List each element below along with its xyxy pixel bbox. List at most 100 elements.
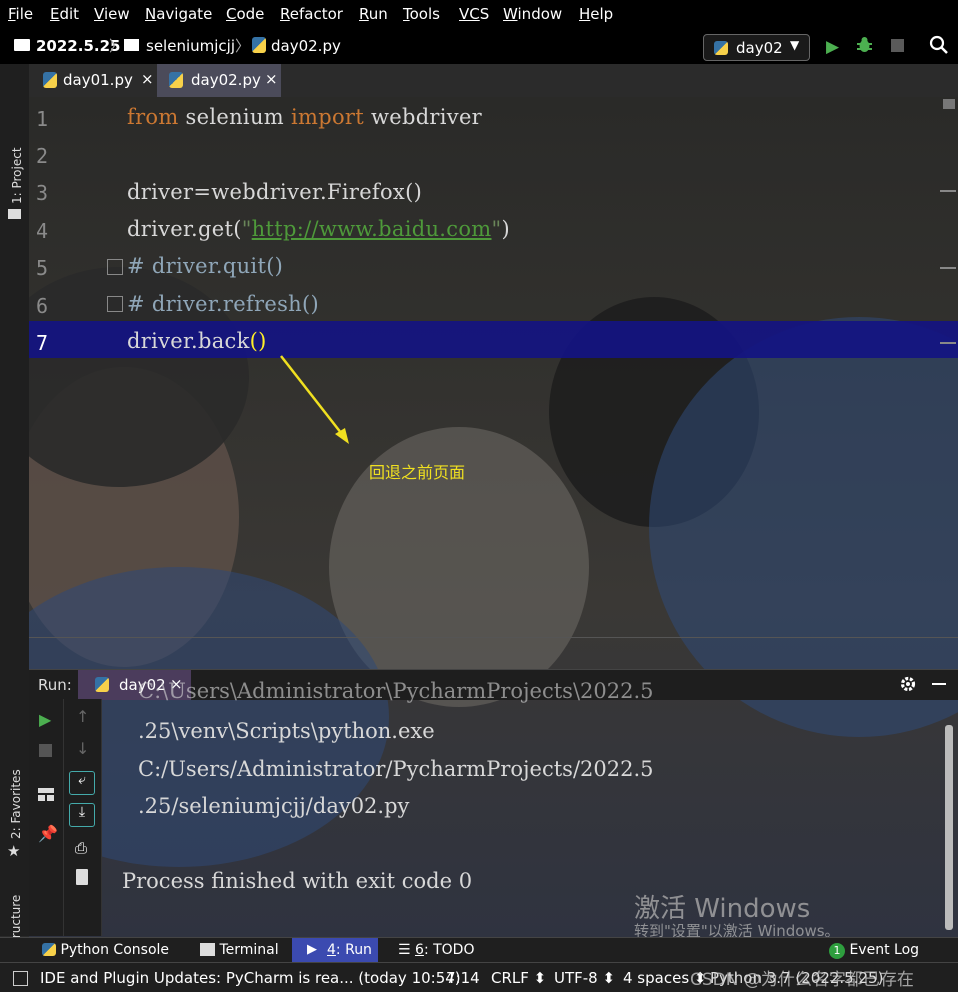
minimize-icon[interactable] <box>932 683 946 685</box>
python-icon <box>95 677 109 692</box>
up-arrow-icon[interactable]: ↑ <box>76 707 89 726</box>
print-icon[interactable]: ⎙ <box>75 839 87 857</box>
terminal-button[interactable]: Terminal <box>200 942 279 958</box>
scroll-marker <box>940 342 956 344</box>
run-label: Run: <box>38 676 72 694</box>
inspection-status-icon[interactable] <box>943 99 955 109</box>
line-number: 3 <box>36 181 49 205</box>
status-message[interactable]: IDE and Plugin Updates: PyCharm is rea..… <box>40 969 461 987</box>
tab-label: day01.py <box>63 71 133 89</box>
code-line-1[interactable]: from selenium import webdriver <box>127 105 482 129</box>
editor-tab-bar: day01.py × day02.py × <box>29 64 958 100</box>
folder-icon <box>14 39 30 51</box>
menu-navigate[interactable]: Navigate <box>145 5 212 23</box>
menu-code[interactable]: Code <box>226 5 264 23</box>
tab-day02[interactable]: day02.py × <box>157 64 281 100</box>
output-line: Process finished with exit code 0 <box>122 869 473 893</box>
soft-wrap-icon[interactable]: ⤶ <box>69 771 95 795</box>
line-separator[interactable]: CRLF ⬍ <box>491 969 546 987</box>
python-file-icon <box>169 72 183 88</box>
tab-day01[interactable]: day01.py × <box>35 64 157 97</box>
code-line-7[interactable]: driver.back() <box>127 329 267 353</box>
gear-icon[interactable] <box>899 675 917 693</box>
line-number: 6 <box>36 294 49 318</box>
layout-icon[interactable] <box>38 786 54 801</box>
menu-bar: File Edit View Navigate Code Refactor Ru… <box>0 0 958 30</box>
list-icon: ☰ <box>398 942 411 958</box>
menu-file[interactable]: File <box>8 5 33 23</box>
code-line-6[interactable]: # driver.refresh() <box>127 292 319 316</box>
menu-help[interactable]: Help <box>579 5 613 23</box>
python-icon <box>714 41 728 55</box>
event-log-button[interactable]: 1 Event Log <box>829 942 919 959</box>
breadcrumb-file[interactable]: day02.py <box>271 37 341 55</box>
trash-icon[interactable] <box>76 869 88 885</box>
status-bar: IDE and Plugin Updates: PyCharm is rea..… <box>0 962 958 992</box>
breadcrumb-folder[interactable]: seleniumjcjj <box>146 37 235 55</box>
output-line: C:/Users/Administrator/PycharmProjects/2… <box>138 757 654 781</box>
line-number: 4 <box>36 219 49 243</box>
output-line: .25\venv\Scripts\python.exe <box>138 719 435 743</box>
rerun-icon[interactable]: ▶ <box>39 710 51 729</box>
toggle-tool-windows-icon[interactable] <box>13 971 28 986</box>
run-tool-button[interactable]: ▶ 4: Run <box>292 938 378 963</box>
close-icon[interactable]: × <box>141 70 154 88</box>
fold-marker-icon[interactable] <box>107 296 123 312</box>
line-number: 2 <box>36 144 49 168</box>
run-icon[interactable]: ▶ <box>826 37 839 57</box>
run-config-selector[interactable]: day02 ▼ <box>703 34 810 61</box>
breadcrumb-project[interactable]: 2022.5.25 <box>36 37 120 55</box>
search-icon[interactable] <box>929 35 949 55</box>
chevron-right-icon: 〉 <box>109 37 125 55</box>
folder-icon <box>124 39 139 51</box>
terminal-icon <box>200 943 215 956</box>
scroll-to-end-icon[interactable]: ⤓ <box>69 803 95 827</box>
csdn-watermark: CSDN @为什么名字都已存在 <box>690 970 914 990</box>
left-tool-strip: 1: Project 2: Favorites ★ 7: Structure <box>0 64 30 985</box>
menu-tools[interactable]: Tools <box>403 5 440 23</box>
navigation-bar: 2022.5.25 〉 seleniumjcjj 〉 day02.py day0… <box>0 30 958 65</box>
menu-view[interactable]: View <box>94 5 130 23</box>
python-icon <box>42 943 56 956</box>
annotation-arrow <box>280 355 349 444</box>
code-line-3[interactable]: driver=webdriver.Firefox() <box>127 180 422 204</box>
stop-icon[interactable] <box>891 39 904 52</box>
stop-icon[interactable] <box>39 744 52 757</box>
code-line-5[interactable]: # driver.quit() <box>127 254 283 278</box>
tab-label: day02.py <box>191 71 261 89</box>
run-icon: ▶ <box>307 942 317 957</box>
dropdown-arrow-icon: ▼ <box>790 38 800 52</box>
favorites-tool-button[interactable]: 2: Favorites <box>9 769 23 839</box>
code-line-4[interactable]: driver.get("http://www.baidu.com") <box>127 217 510 241</box>
menu-run[interactable]: Run <box>359 5 388 23</box>
output-scrollbar[interactable] <box>945 725 953 930</box>
close-icon[interactable]: × <box>265 70 278 88</box>
line-number: 5 <box>36 256 49 280</box>
todo-button[interactable]: ☰ 6: TODO <box>398 942 474 958</box>
run-toolbar-right: ↑ ↓ ⤶ ⤓ ⎙ <box>63 699 102 936</box>
file-encoding[interactable]: UTF-8 ⬍ <box>554 969 615 987</box>
debug-icon[interactable] <box>856 36 873 54</box>
event-count-badge: 1 <box>829 943 845 959</box>
bottom-tool-tabs: Python Console Terminal ▶ 4: Run ☰ 6: TO… <box>0 937 958 963</box>
scroll-marker <box>940 267 956 269</box>
menu-window[interactable]: Window <box>503 5 562 23</box>
pin-icon[interactable]: 📌 <box>38 824 58 843</box>
python-file-icon <box>43 72 57 88</box>
run-config-name: day02 <box>736 39 783 57</box>
scroll-marker <box>940 190 956 192</box>
down-arrow-icon[interactable]: ↓ <box>76 739 89 758</box>
line-number: 7 <box>36 331 49 355</box>
menu-refactor[interactable]: Refactor <box>280 5 343 23</box>
project-tool-button[interactable]: 1: Project <box>10 147 24 204</box>
panel-divider <box>29 637 958 638</box>
menu-edit[interactable]: Edit <box>50 5 79 23</box>
python-file-icon <box>252 37 266 53</box>
python-console-button[interactable]: Python Console <box>42 942 169 958</box>
menu-vcs[interactable]: VCS <box>459 5 489 23</box>
cursor-position[interactable]: 7:14 <box>446 969 480 987</box>
star-icon: ★ <box>7 842 21 860</box>
fold-marker-icon[interactable] <box>107 259 123 275</box>
run-output[interactable]: C:\Users\Administrator\PycharmProjects\2… <box>100 679 945 936</box>
output-line: C:\Users\Administrator\PycharmProjects\2… <box>138 679 654 703</box>
